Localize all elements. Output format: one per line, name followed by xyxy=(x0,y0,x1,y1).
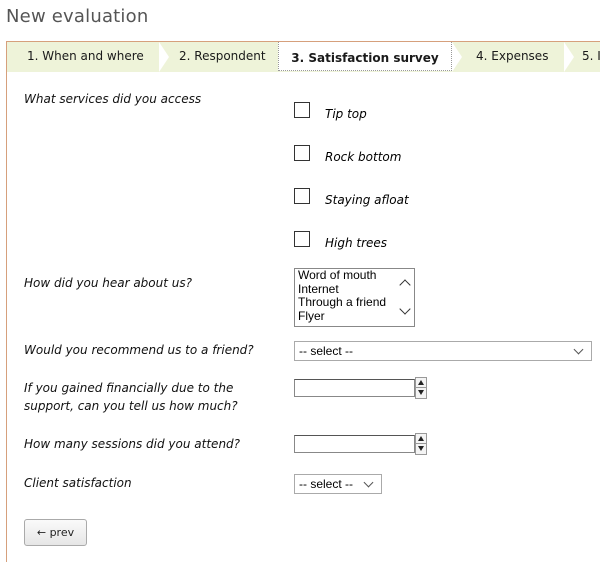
listbox-scrollbar[interactable] xyxy=(397,269,414,326)
tab-expenses[interactable]: 4. Expenses xyxy=(476,42,548,72)
checkbox[interactable] xyxy=(294,102,310,118)
chevron-down-icon xyxy=(573,344,584,355)
checkbox[interactable] xyxy=(294,145,310,161)
prev-button[interactable]: ← prev xyxy=(24,519,87,546)
spinner-buttons[interactable] xyxy=(415,377,427,399)
tab-satisfaction-survey[interactable]: 3. Satisfaction survey xyxy=(278,42,452,71)
sessions-label: How many sessions did you attend? xyxy=(24,437,241,451)
spinner-buttons[interactable] xyxy=(415,433,427,455)
prev-button-label: prev xyxy=(49,526,75,539)
tab-step-5[interactable]: 5. I xyxy=(582,42,600,72)
page-title: New evaluation xyxy=(6,6,149,27)
hear-about-label: How did you hear about us? xyxy=(24,276,192,290)
financial-label: If you gained financially due to the sup… xyxy=(24,379,238,415)
recommend-label: Would you recommend us to a friend? xyxy=(24,343,254,357)
financial-label-line2: support, can you tell us how much? xyxy=(24,399,238,413)
decrement-icon[interactable] xyxy=(418,446,424,451)
scroll-up-icon[interactable] xyxy=(399,279,411,291)
financial-amount-spinner[interactable] xyxy=(294,377,427,399)
financial-label-line1: If you gained financially due to the xyxy=(24,381,234,395)
tab-respondent[interactable]: 2. Respondent xyxy=(179,42,266,72)
tab-chevron-separator xyxy=(452,42,462,72)
wizard-tabs: 1. When and where 2. Respondent 3. Satis… xyxy=(6,41,600,72)
increment-icon[interactable] xyxy=(418,436,424,441)
chevron-down-icon xyxy=(363,477,374,488)
tab-chevron-separator xyxy=(159,42,169,72)
satisfaction-select[interactable]: -- select -- xyxy=(294,474,382,494)
spinner-divider xyxy=(416,443,426,444)
satisfaction-label: Client satisfaction xyxy=(24,476,132,490)
tab-when-and-where[interactable]: 1. When and where xyxy=(27,42,144,72)
select-value: -- select -- xyxy=(299,344,353,358)
recommend-select[interactable]: -- select -- xyxy=(294,341,592,361)
checkbox[interactable] xyxy=(294,231,310,247)
checkbox[interactable] xyxy=(294,188,310,204)
hear-about-listbox[interactable]: Word of mouth Internet Through a friend … xyxy=(294,268,415,327)
checkbox-label: High trees xyxy=(325,236,388,250)
sessions-input[interactable] xyxy=(294,435,415,453)
arrow-left-icon: ← xyxy=(36,526,47,539)
financial-amount-input[interactable] xyxy=(294,379,415,397)
increment-icon[interactable] xyxy=(418,380,424,385)
services-label: What services did you access xyxy=(24,92,202,106)
checkbox-label: Rock bottom xyxy=(325,150,402,164)
select-value: -- select -- xyxy=(299,477,353,491)
spinner-divider xyxy=(416,387,426,388)
checkbox-label: Tip top xyxy=(325,107,367,121)
decrement-icon[interactable] xyxy=(418,390,424,395)
scroll-down-icon[interactable] xyxy=(399,303,411,315)
sessions-spinner[interactable] xyxy=(294,433,427,455)
checkbox-label: Staying afloat xyxy=(325,193,409,207)
tab-chevron-separator xyxy=(564,42,574,72)
